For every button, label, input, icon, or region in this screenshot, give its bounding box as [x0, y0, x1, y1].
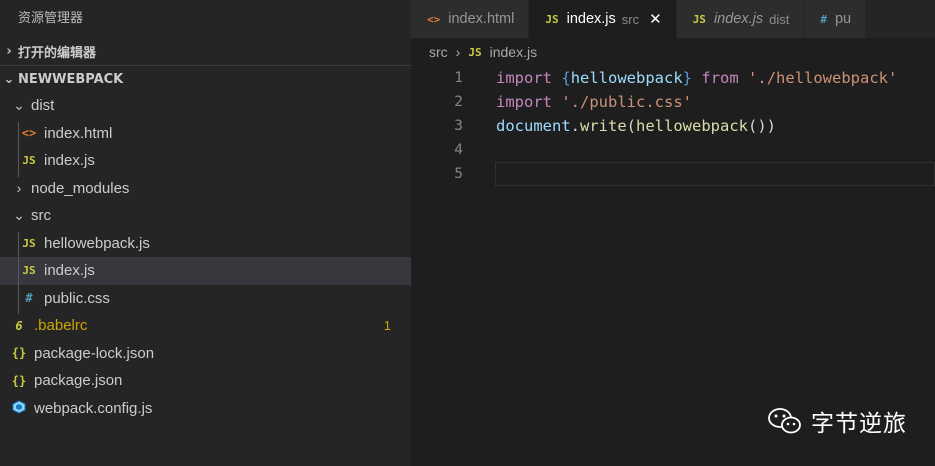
indent-guide: [18, 232, 19, 314]
sidebar-item-babelrc[interactable]: 6 .babelrc 1: [0, 312, 411, 340]
breadcrumb: src › JS index.js: [411, 38, 935, 66]
css-file-icon: #: [25, 291, 33, 306]
sidebar-item-label: index.js: [44, 152, 95, 170]
chevron-down-icon: ⌄: [13, 207, 25, 224]
code-line: 3 document.write(hellowebpack()): [411, 114, 935, 138]
line-number: 2: [454, 94, 463, 110]
sidebar-item-src[interactable]: ⌄ src: [0, 202, 411, 230]
editor-area: <> index.html JS index.js src ✕ JS index…: [411, 0, 935, 466]
code-line: 4: [411, 138, 935, 162]
sidebar-item-label: hellowebpack.js: [44, 234, 150, 252]
sidebar-item-label: node_modules: [31, 179, 130, 197]
code-text: import './public.css': [496, 93, 692, 111]
sidebar-item-label: index.js: [44, 262, 95, 280]
sidebar-item-label: package-lock.json: [34, 344, 155, 362]
code-line: 2 import './public.css': [411, 90, 935, 114]
sidebar-item-dist-index-js[interactable]: JS index.js: [0, 147, 411, 175]
code-line: 1 import {hellowebpack} from './helloweb…: [411, 66, 935, 90]
code-text: document.write(hellowebpack()): [496, 117, 777, 135]
sidebar-item-node-modules[interactable]: › node_modules: [0, 175, 411, 203]
watermark: 字节逆旅: [767, 404, 907, 438]
close-icon[interactable]: ✕: [649, 10, 662, 28]
code-text: import {hellowebpack} from './hellowebpa…: [496, 69, 898, 87]
explorer-title: 资源管理器: [18, 11, 84, 26]
tab-label: pu: [834, 11, 852, 27]
sidebar-item-dist-index-html[interactable]: <> index.html: [0, 120, 411, 148]
webpack-icon: [10, 400, 28, 417]
js-file-icon: JS: [692, 12, 706, 26]
js-file-icon: JS: [22, 264, 36, 278]
explorer-sidebar: 资源管理器 › 打开的编辑器 ⌄ NEWWEBPACK ⌄ dist <> in…: [0, 0, 411, 466]
sidebar-item-src-index-js[interactable]: JS index.js: [0, 257, 411, 285]
js-file-icon: JS: [22, 154, 36, 168]
sidebar-item-package-json[interactable]: {} package.json: [0, 367, 411, 395]
chevron-down-icon: ⌄: [3, 71, 15, 87]
indent-guide: [18, 122, 19, 177]
js-file-icon: JS: [545, 12, 559, 26]
chevron-right-icon: ›: [16, 180, 22, 197]
tab-index-js-dist[interactable]: JS index.js dist: [676, 0, 805, 38]
sidebar-item-package-lock-json[interactable]: {} package-lock.json: [0, 340, 411, 368]
tab-public-css[interactable]: # pu: [804, 0, 867, 38]
tab-description: dist: [769, 11, 790, 27]
sidebar-item-public-css[interactable]: # public.css: [0, 285, 411, 313]
project-section[interactable]: ⌄ NEWWEBPACK: [0, 65, 411, 92]
line-number: 3: [454, 118, 463, 134]
tab-label: index.js: [566, 11, 616, 27]
sidebar-item-label: index.html: [44, 124, 113, 142]
open-editors-section[interactable]: › 打开的编辑器: [0, 38, 411, 65]
line-number: 1: [454, 70, 463, 86]
tab-description: src: [621, 11, 640, 27]
sidebar-item-hellowebpack-js[interactable]: JS hellowebpack.js: [0, 230, 411, 258]
wechat-icon: [768, 408, 801, 434]
json-file-icon: {}: [11, 373, 27, 388]
chevron-right-icon: ›: [455, 44, 461, 60]
babel-file-icon: 6: [15, 318, 23, 333]
html-file-icon: <>: [21, 126, 37, 141]
open-editors-label: 打开的编辑器: [18, 46, 97, 61]
tab-bar: <> index.html JS index.js src ✕ JS index…: [411, 0, 935, 38]
html-file-icon: <>: [427, 12, 441, 26]
chevron-down-icon: ⌄: [13, 97, 25, 114]
problem-count-badge: 1: [383, 318, 391, 334]
sidebar-item-label: package.json: [34, 372, 123, 390]
sidebar-item-label: .babelrc: [34, 317, 88, 335]
tab-index-js-src[interactable]: JS index.js src ✕: [529, 0, 677, 38]
css-file-icon: #: [820, 12, 827, 26]
code-editor[interactable]: 1 import {hellowebpack} from './helloweb…: [411, 66, 935, 186]
current-line-highlight: [495, 162, 935, 186]
sidebar-item-webpack-config-js[interactable]: webpack.config.js: [0, 395, 411, 423]
watermark-text: 字节逆旅: [811, 411, 907, 437]
tab-label: index.js: [713, 11, 764, 27]
sidebar-item-label: public.css: [44, 289, 110, 307]
chevron-right-icon: ›: [6, 44, 12, 59]
json-file-icon: {}: [11, 346, 27, 361]
breadcrumb-folder[interactable]: src: [429, 44, 448, 60]
js-file-icon: JS: [22, 236, 36, 250]
sidebar-item-label: dist: [31, 97, 55, 115]
js-file-icon: JS: [468, 45, 482, 59]
sidebar-item-label: src: [31, 207, 51, 225]
sidebar-item-label: webpack.config.js: [34, 399, 153, 417]
project-label: NEWWEBPACK: [18, 71, 124, 87]
line-number: 4: [454, 142, 463, 158]
breadcrumb-file[interactable]: index.js: [490, 44, 537, 60]
sidebar-item-dist[interactable]: ⌄ dist: [0, 92, 411, 120]
line-number: 5: [454, 166, 463, 182]
tab-index-html[interactable]: <> index.html: [411, 0, 530, 38]
tab-label: index.html: [448, 11, 515, 27]
